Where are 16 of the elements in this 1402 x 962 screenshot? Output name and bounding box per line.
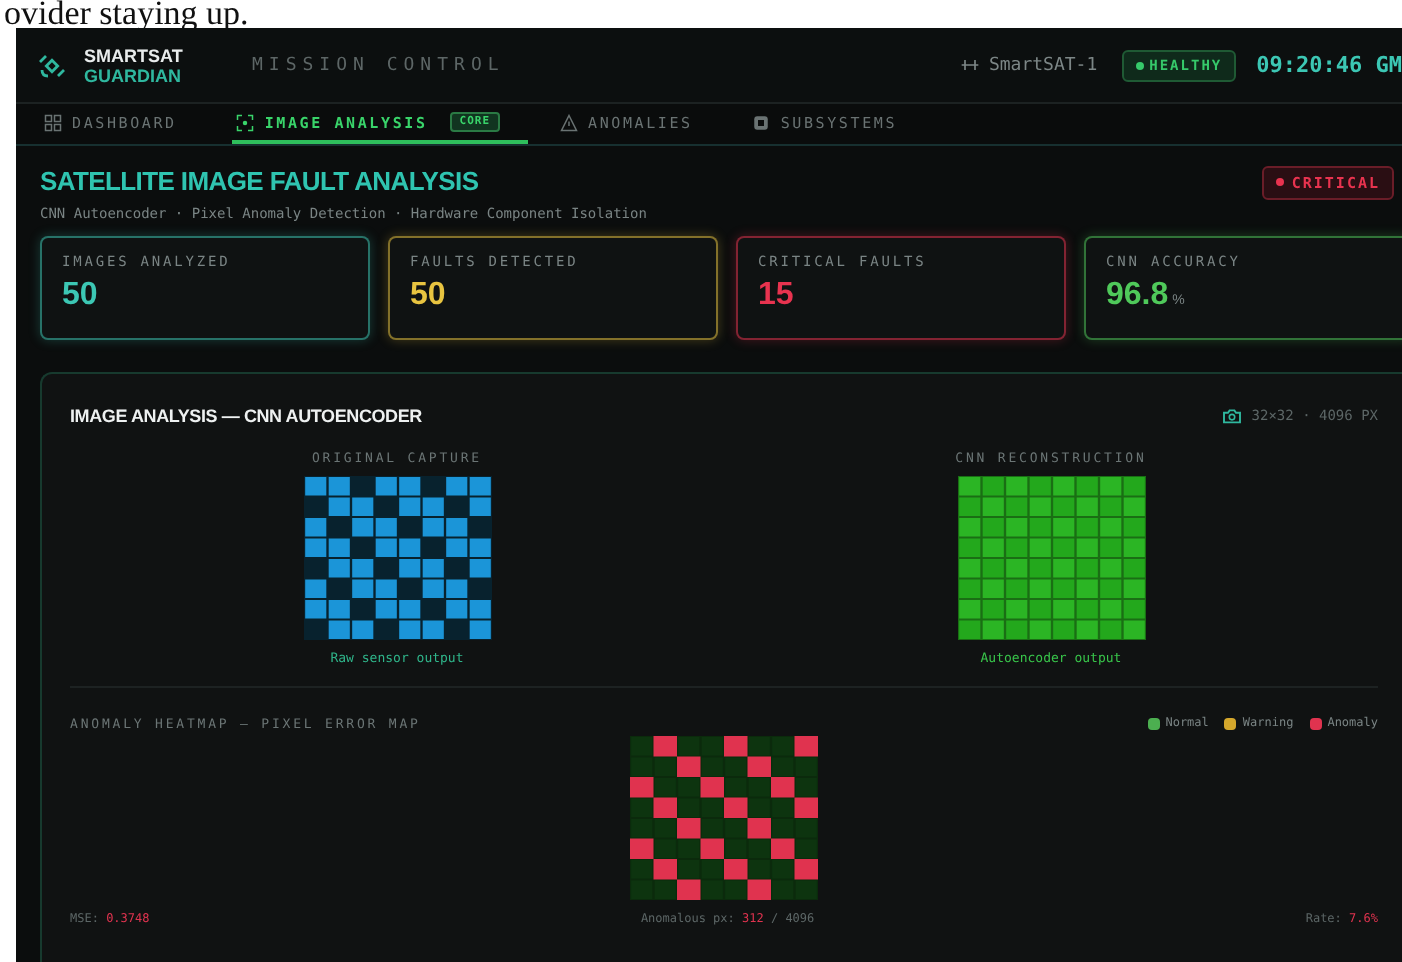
clock-time: 09:20:46 GM: [1256, 52, 1402, 79]
stat-value: 50: [410, 277, 446, 314]
stat-value: 15: [758, 277, 794, 314]
grid-icon: [44, 113, 62, 132]
stat-value: 50: [62, 277, 98, 314]
section-title: MISSION CONTROL: [252, 55, 507, 76]
brand-subtitle: GUARDIAN: [84, 65, 183, 86]
scan-icon: [236, 113, 255, 132]
stat-value: 96.8: [1106, 277, 1169, 314]
warning-icon: [560, 113, 579, 132]
page-title: SATELLITE IMAGE FAULT ANALYSIS: [40, 165, 479, 196]
brand-name: SMARTSAT: [84, 45, 183, 66]
camera-icon: [1221, 407, 1242, 424]
chip-icon: [752, 113, 771, 132]
satellite-name: SmartSAT-1: [988, 55, 1098, 76]
panel-title: IMAGE ANALYSIS — CNN AUTOENCODER: [70, 405, 422, 426]
